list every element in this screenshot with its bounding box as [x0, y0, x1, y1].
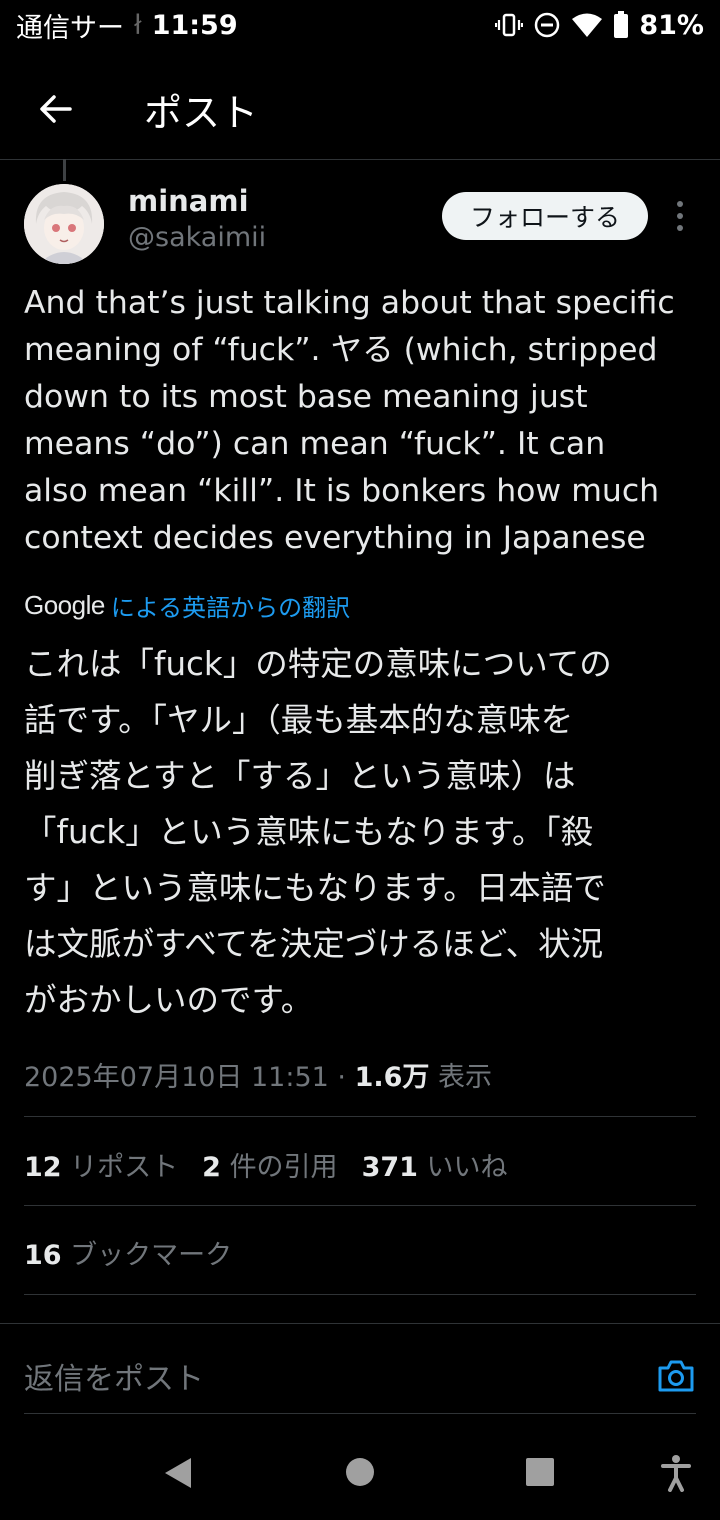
quotes-stat[interactable]: 2 件の引用 — [202, 1145, 337, 1184]
accessibility-icon[interactable] — [660, 1454, 692, 1492]
quotes-label: 件の引用 — [229, 1152, 338, 1183]
carrier-fade: ł — [134, 9, 142, 41]
reply-top-divider — [0, 1323, 720, 1324]
battery-percent: 81% — [639, 9, 704, 41]
bookmarks-label: ブックマーク — [70, 1240, 233, 1271]
quotes-count: 2 — [202, 1152, 221, 1183]
wifi-icon — [572, 13, 603, 37]
bookmarks-divider — [24, 1294, 696, 1295]
engagement-stats: 12 リポスト 2 件の引用 371 いいね — [24, 1145, 508, 1184]
post-text-original: And that’s just talking about that speci… — [24, 285, 675, 556]
carrier-label: 通信サー — [16, 12, 124, 44]
nav-back-icon[interactable] — [162, 1456, 194, 1490]
do-not-disturb-icon — [535, 12, 560, 38]
avatar[interactable] — [24, 184, 104, 264]
bookmarks-count: 16 — [24, 1240, 62, 1271]
likes-label: いいね — [426, 1152, 508, 1183]
bookmarks-stat[interactable]: 16 ブックマーク — [24, 1233, 232, 1272]
meta-divider — [24, 1116, 696, 1117]
status-bar: 通信サー ł 11:59 81% — [0, 0, 720, 50]
stats-divider — [24, 1205, 696, 1206]
status-right: 81% — [495, 10, 704, 41]
reposts-stat[interactable]: 12 リポスト — [24, 1145, 178, 1184]
thread-connector-line — [63, 159, 66, 181]
vibrate-icon — [495, 13, 524, 37]
meta-separator: · — [328, 1062, 355, 1093]
post-timestamp[interactable]: 2025年07月10日 11:51 — [24, 1062, 329, 1093]
follow-button[interactable]: フォローする — [442, 192, 648, 240]
views-count: 1.6万 — [354, 1062, 430, 1093]
status-left: 通信サー ł 11:59 — [16, 6, 238, 45]
reposts-count: 12 — [24, 1152, 62, 1183]
likes-count: 371 — [361, 1152, 418, 1183]
post-meta: 2025年07月10日 11:51 · 1.6万 表示 — [24, 1055, 492, 1094]
post-text-translated: これは「fuck」の特定の意味についての 話です。「ヤル」（最も基本的な意味を … — [24, 645, 612, 1019]
likes-stat[interactable]: 371 いいね — [362, 1145, 508, 1184]
avatar-illustration — [24, 184, 104, 264]
google-logo: Google — [24, 590, 105, 620]
author-name[interactable]: minami — [128, 184, 249, 218]
nav-recents-icon[interactable] — [524, 1456, 556, 1488]
author-handle[interactable]: @sakaimii — [128, 222, 266, 253]
battery-icon — [614, 11, 629, 38]
reposts-label: リポスト — [70, 1152, 179, 1183]
more-options-icon[interactable] — [670, 198, 690, 234]
back-arrow-icon[interactable] — [36, 89, 76, 129]
bookmarks-row: 16 ブックマーク — [24, 1233, 232, 1272]
header-divider — [0, 159, 720, 160]
translation-source-link[interactable]: による英語からの翻訳 — [111, 588, 350, 623]
nav-home-icon[interactable] — [344, 1456, 376, 1488]
system-navigation-bar — [0, 1428, 720, 1520]
page-title: ポスト — [144, 90, 259, 135]
reply-input[interactable]: 返信をポスト — [24, 1354, 204, 1398]
app-bar: ポスト — [0, 60, 720, 158]
clock: 11:59 — [151, 9, 238, 41]
reply-bottom-divider — [24, 1413, 696, 1414]
reply-composer[interactable]: 返信をポスト — [24, 1354, 696, 1398]
translation-attribution[interactable]: Google による英語からの翻訳 — [24, 588, 350, 623]
views-label: 表示 — [429, 1062, 493, 1093]
camera-icon[interactable] — [656, 1358, 696, 1394]
